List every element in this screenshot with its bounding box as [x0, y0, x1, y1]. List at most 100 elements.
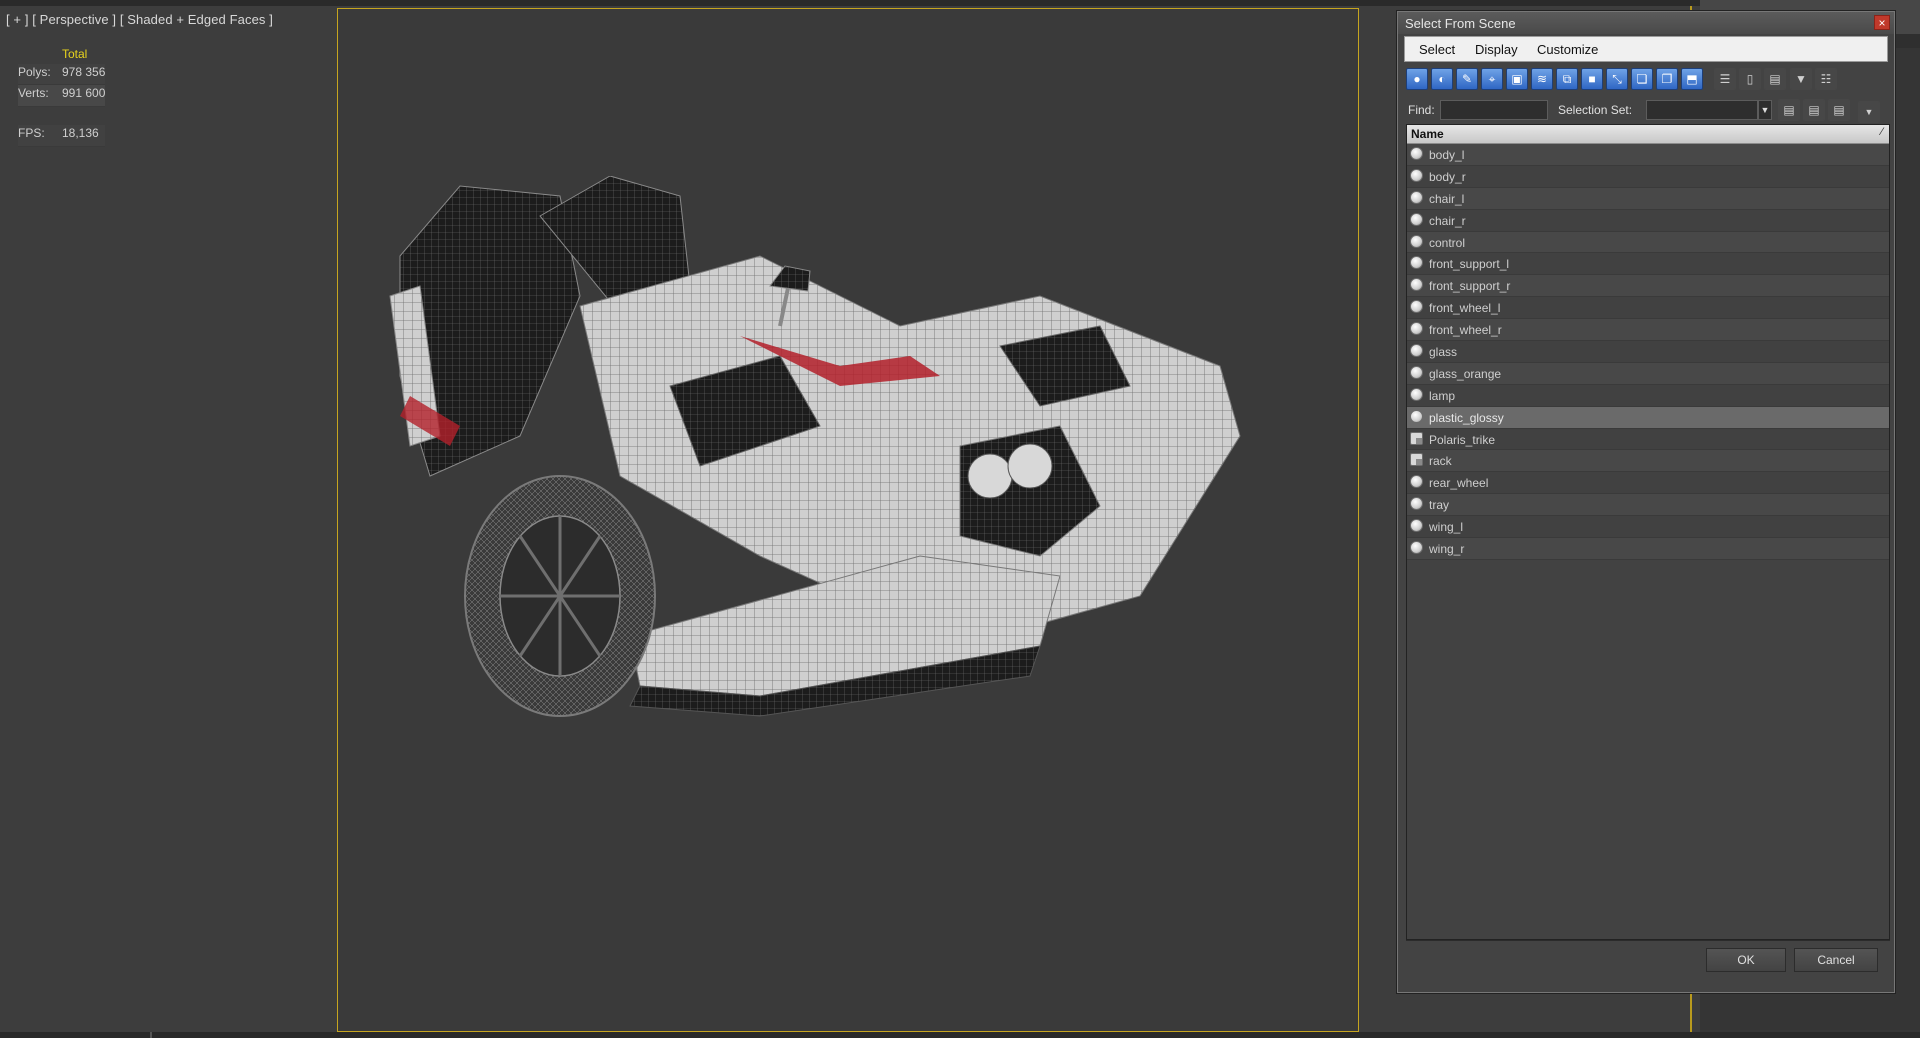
filter-settings-icon[interactable]: ☷: [1815, 68, 1837, 90]
list-item[interactable]: front_wheel_l: [1407, 297, 1889, 320]
list-item-label: front_support_l: [1429, 257, 1510, 272]
list-item[interactable]: chair_l: [1407, 187, 1889, 210]
sphere-icon: [1410, 475, 1423, 489]
bottom-bar: [0, 1032, 1920, 1038]
group-icon: [1410, 453, 1423, 467]
list-item-label: wing_l: [1429, 520, 1464, 535]
list-item[interactable]: chair_r: [1407, 209, 1889, 232]
list-item-label: tray: [1429, 498, 1450, 513]
dialog-title: Select From Scene: [1405, 16, 1516, 31]
list-item[interactable]: plastic_glossy: [1407, 406, 1889, 429]
list-divider: [1406, 940, 1890, 941]
display-groups-icon[interactable]: ⧉: [1556, 68, 1578, 90]
display-lights-icon[interactable]: ✎: [1456, 68, 1478, 90]
display-invert-icon[interactable]: ▤: [1764, 68, 1786, 90]
list-item-label: control: [1429, 235, 1466, 250]
list-item-label: chair_r: [1429, 213, 1466, 228]
stats-polys-row: Polys: 978 356: [18, 63, 106, 86]
sphere-icon: [1410, 497, 1423, 511]
stats-verts-value: 991 600: [62, 86, 106, 101]
list-item[interactable]: rack: [1407, 450, 1889, 473]
list-item[interactable]: front_wheel_r: [1407, 319, 1889, 342]
select-from-scene-dialog[interactable]: Select From Scene × Select Display Custo…: [1397, 11, 1895, 993]
list-item[interactable]: Polaris_trike: [1407, 428, 1889, 451]
display-frozen-icon[interactable]: ❐: [1656, 68, 1678, 90]
ok-button[interactable]: OK: [1706, 948, 1786, 972]
stats-verts-row: Verts: 991 600: [18, 85, 106, 108]
list-item[interactable]: glass_orange: [1407, 362, 1889, 385]
list-item-label: front_wheel_r: [1429, 323, 1502, 338]
list-item-label: glass_orange: [1429, 366, 1502, 381]
object-list[interactable]: Name ⁄ body_l body_r chair_l chair_rcontrol…: [1406, 124, 1890, 940]
selection-set-dropdown[interactable]: [1646, 100, 1758, 120]
sphere-icon: [1410, 409, 1423, 423]
list-item[interactable]: glass: [1407, 341, 1889, 363]
display-all-icon[interactable]: ☰: [1714, 68, 1736, 90]
list-item-label: body_r: [1429, 169, 1466, 184]
stats-polys-value: 978 356: [62, 64, 106, 79]
sort-icon[interactable]: ⁄: [1881, 126, 1883, 138]
list-item[interactable]: body_l: [1407, 144, 1889, 166]
find-row: Find: Selection Set: ▼ ▤ ▤ ▤ ▼: [1406, 98, 1890, 123]
close-button[interactable]: ×: [1874, 15, 1890, 30]
remove-selection-set-icon[interactable]: ▤: [1828, 99, 1850, 121]
list-item-label: body_l: [1429, 148, 1465, 162]
sphere-icon: [1410, 168, 1423, 182]
create-selection-set-icon[interactable]: ▤: [1778, 99, 1800, 121]
chevron-down-icon[interactable]: ▼: [1758, 100, 1772, 120]
dialog-titlebar[interactable]: Select From Scene ×: [1398, 12, 1894, 34]
list-item[interactable]: wing_l: [1407, 516, 1889, 539]
list-item[interactable]: body_r: [1407, 165, 1889, 188]
list-item-label: front_wheel_l: [1429, 301, 1501, 316]
display-geometry-icon[interactable]: ●: [1406, 68, 1428, 90]
list-item[interactable]: control: [1407, 231, 1889, 254]
filter-icon[interactable]: ▼: [1790, 68, 1812, 90]
bottom-divider: [150, 1032, 152, 1038]
sphere-icon: [1410, 234, 1423, 248]
list-item[interactable]: lamp: [1407, 384, 1889, 407]
column-header-name[interactable]: Name ⁄: [1407, 125, 1889, 144]
display-bones-icon[interactable]: ⤡: [1606, 68, 1628, 90]
display-none-icon[interactable]: ▯: [1739, 68, 1761, 90]
sphere-icon: [1410, 344, 1423, 358]
sphere-icon: [1410, 256, 1423, 270]
menu-customize[interactable]: Customize: [1537, 42, 1598, 57]
sphere-icon: [1410, 278, 1423, 292]
list-item-label: wing_r: [1429, 542, 1465, 557]
display-hidden-icon[interactable]: ⬒: [1681, 68, 1703, 90]
sphere-icon: [1410, 300, 1423, 314]
list-item[interactable]: wing_r: [1407, 538, 1889, 560]
find-label: Find:: [1408, 103, 1435, 117]
viewport-label[interactable]: [ + ] [ Perspective ] [ Shaded + Edged F…: [6, 12, 273, 27]
display-spacewarps-icon[interactable]: ≋: [1531, 68, 1553, 90]
stats-verts-label: Verts:: [18, 86, 49, 101]
list-item[interactable]: rear_wheel: [1407, 472, 1889, 495]
cancel-button[interactable]: Cancel: [1794, 948, 1878, 972]
display-containers-icon[interactable]: ❏: [1631, 68, 1653, 90]
edit-selection-set-icon[interactable]: ▤: [1803, 99, 1825, 121]
display-shapes-icon[interactable]: ◐: [1431, 68, 1453, 90]
sphere-icon: [1410, 212, 1423, 226]
sphere-icon: [1410, 519, 1423, 533]
list-item-label: lamp: [1429, 388, 1456, 403]
sphere-icon: [1410, 190, 1423, 204]
display-xrefs-icon[interactable]: ■: [1581, 68, 1603, 90]
trike-wireframe-model[interactable]: [340, 176, 1340, 876]
list-item-label: plastic_glossy: [1429, 410, 1504, 425]
display-cameras-icon[interactable]: ⌖: [1481, 68, 1503, 90]
object-rows: body_l body_r chair_l chair_rcontrol front_s…: [1407, 144, 1889, 560]
sphere-icon: [1410, 365, 1423, 379]
filter-toolbar: ● ◐ ✎ ⌖ ▣ ≋ ⧉ ■ ⤡ ❏ ❐ ⬒ ☰ ▯ ▤ ▼ ☷: [1406, 68, 1886, 92]
expand-icon[interactable]: ▼: [1858, 101, 1880, 123]
sphere-icon: [1410, 541, 1423, 555]
menu-select[interactable]: Select: [1419, 42, 1455, 57]
list-item[interactable]: tray: [1407, 494, 1889, 517]
display-helpers-icon[interactable]: ▣: [1506, 68, 1528, 90]
list-item[interactable]: front_support_r: [1407, 275, 1889, 298]
menu-display[interactable]: Display: [1475, 42, 1518, 57]
find-input[interactable]: [1440, 100, 1548, 120]
sphere-icon: [1410, 387, 1423, 401]
selection-set-label: Selection Set:: [1558, 103, 1633, 117]
list-item[interactable]: front_support_l: [1407, 253, 1889, 276]
list-item-label: glass: [1429, 345, 1458, 360]
